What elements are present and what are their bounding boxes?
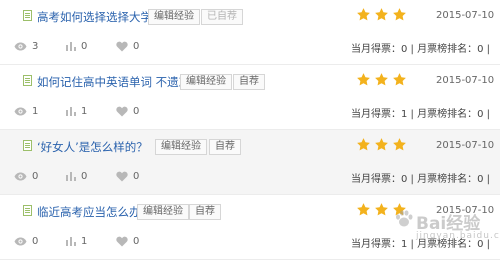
document-icon [23, 140, 32, 151]
document-icon [23, 75, 32, 86]
self-recommend-button[interactable]: 自荐 [233, 74, 265, 90]
votes-count: 1 [81, 105, 88, 117]
document-icon [23, 205, 32, 216]
star-icon [374, 202, 389, 217]
edit-experience-button[interactable]: 编辑经验 [137, 204, 189, 220]
edit-experience-button[interactable]: 编辑经验 [148, 9, 200, 25]
list-item: ‘好女人’是怎么样的？ 编辑经验 自荐 2015-07-10 0 0 0 当月得… [0, 130, 500, 195]
views-stat: 3 [14, 40, 38, 52]
edit-experience-button[interactable]: 编辑经验 [180, 74, 232, 90]
likes-stat: 0 [116, 170, 139, 182]
monthly-rank-text: 当月得票：1 | 月票榜排名：0 | [351, 239, 490, 250]
votes-count: 1 [81, 235, 88, 247]
views-count: 0 [32, 235, 39, 247]
views-stat: 0 [14, 170, 38, 182]
self-recommended-button: 已自荐 [201, 9, 243, 25]
heart-icon [116, 106, 133, 117]
eye-icon [14, 172, 32, 181]
experience-list: 高考如何选择选择大学 编辑经验 已自荐 2015-07-10 3 0 0 当月得… [0, 0, 500, 260]
bar-chart-icon [66, 236, 81, 246]
self-recommend-button[interactable]: 自荐 [209, 139, 241, 155]
star-icon [392, 137, 407, 152]
list-item: 临近高考应当怎么办 编辑经验 自荐 2015-07-10 0 1 0 当月得票：… [0, 195, 500, 260]
likes-stat: 0 [116, 40, 139, 52]
star-icon [392, 202, 407, 217]
votes-stat: 0 [66, 40, 87, 52]
heart-icon [116, 236, 133, 247]
likes-stat: 0 [116, 235, 139, 247]
monthly-rank-text: 当月得票：0 | 月票榜排名：0 | [351, 174, 490, 185]
bar-chart-icon [66, 41, 81, 51]
votes-stat: 0 [66, 170, 87, 182]
likes-count: 0 [133, 105, 140, 117]
eye-icon [14, 237, 32, 246]
list-item: 如何记住高中英语单词 不遗忘 编辑经验 自荐 2015-07-10 1 1 0 … [0, 65, 500, 130]
rating-stars [356, 72, 410, 88]
monthly-rank-text: 当月得票：0 | 月票榜排名：0 | [351, 44, 490, 55]
star-icon [392, 72, 407, 87]
star-icon [392, 7, 407, 22]
star-icon [374, 7, 389, 22]
likes-stat: 0 [116, 105, 139, 117]
star-icon [356, 72, 371, 87]
votes-stat: 1 [66, 235, 87, 247]
eye-icon [14, 42, 32, 51]
views-count: 1 [32, 105, 39, 117]
rating-stars [356, 137, 410, 153]
bar-chart-icon [66, 171, 81, 181]
publish-date: 2015-07-10 [436, 10, 495, 21]
star-icon [374, 72, 389, 87]
publish-date: 2015-07-10 [436, 75, 495, 86]
likes-count: 0 [133, 235, 140, 247]
views-count: 3 [32, 40, 39, 52]
star-icon [356, 202, 371, 217]
experience-title-link[interactable]: 高考如何选择选择大学 [37, 9, 152, 25]
document-icon [23, 10, 32, 21]
publish-date: 2015-07-10 [436, 140, 495, 151]
likes-count: 0 [133, 170, 140, 182]
views-stat: 0 [14, 235, 38, 247]
views-stat: 1 [14, 105, 38, 117]
self-recommend-button[interactable]: 自荐 [189, 204, 221, 220]
heart-icon [116, 41, 133, 52]
list-item: 高考如何选择选择大学 编辑经验 已自荐 2015-07-10 3 0 0 当月得… [0, 0, 500, 65]
publish-date: 2015-07-10 [436, 205, 495, 216]
star-icon [356, 137, 371, 152]
rating-stars [356, 202, 410, 218]
rating-stars [356, 7, 410, 23]
monthly-rank-text: 当月得票：1 | 月票榜排名：0 | [351, 109, 490, 120]
heart-icon [116, 171, 133, 182]
votes-count: 0 [81, 170, 88, 182]
views-count: 0 [32, 170, 39, 182]
bar-chart-icon [66, 106, 81, 116]
experience-title-link[interactable]: ‘好女人’是怎么样的？ [37, 139, 148, 155]
edit-experience-button[interactable]: 编辑经验 [155, 139, 207, 155]
votes-count: 0 [81, 40, 88, 52]
votes-stat: 1 [66, 105, 87, 117]
likes-count: 0 [133, 40, 140, 52]
experience-title-link[interactable]: 临近高考应当怎么办 [37, 204, 141, 220]
star-icon [374, 137, 389, 152]
experience-title-link[interactable]: 如何记住高中英语单词 不遗忘 [37, 74, 190, 90]
star-icon [356, 7, 371, 22]
eye-icon [14, 107, 32, 116]
